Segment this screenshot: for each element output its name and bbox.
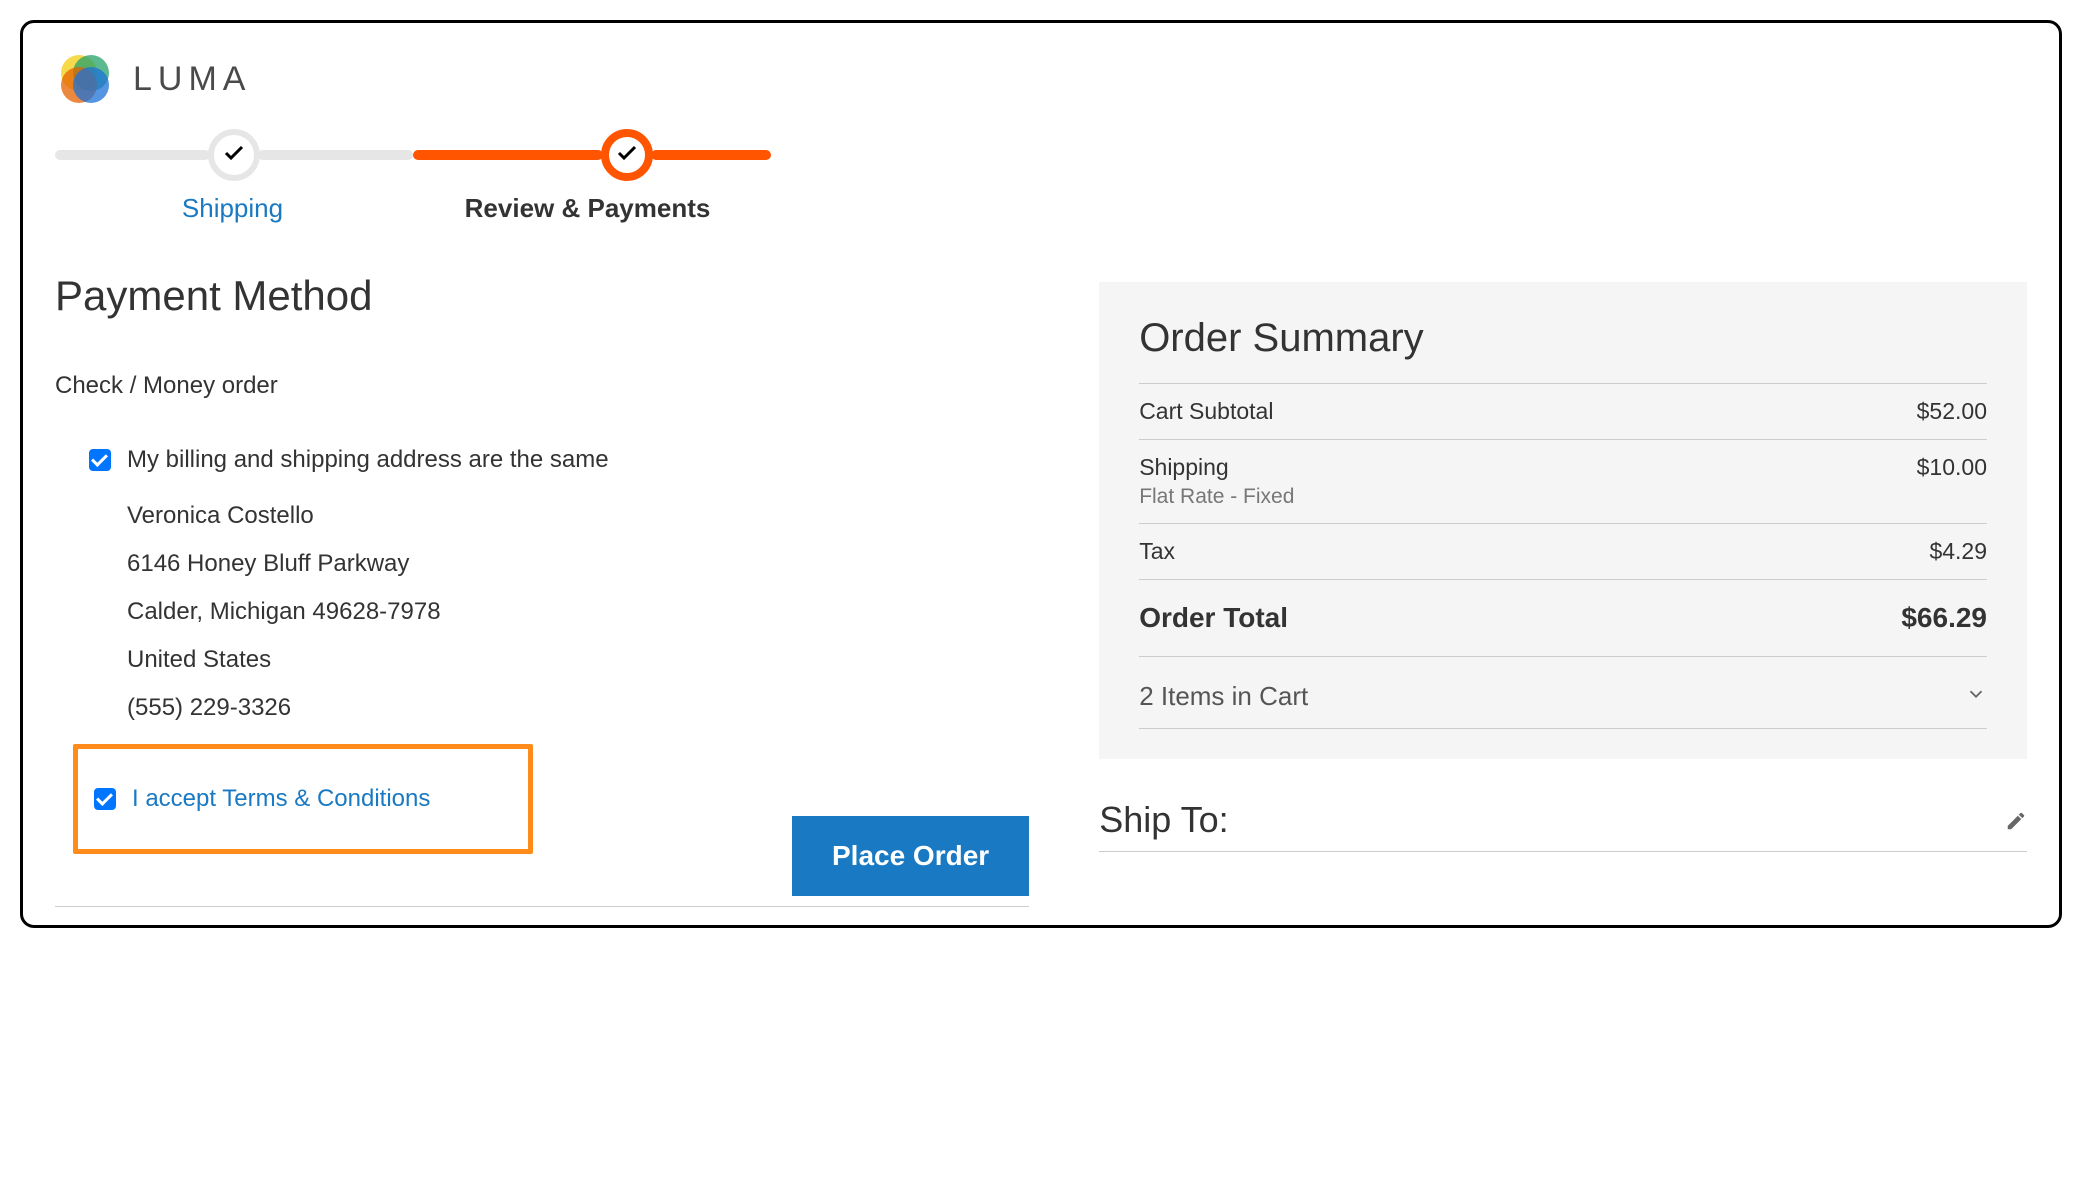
brand-name: LUMA (133, 60, 251, 99)
summary-row-shipping: Shipping Flat Rate - Fixed $10.00 (1139, 440, 1987, 524)
progress-label-shipping[interactable]: Shipping (55, 193, 410, 224)
progress-segment (55, 150, 210, 160)
address-city: Calder, Michigan 49628-7978 (127, 588, 1029, 636)
payment-method-name: Check / Money order (55, 372, 1029, 400)
tax-label: Tax (1139, 538, 1175, 565)
luma-logo-icon (55, 49, 115, 109)
total-label: Order Total (1139, 602, 1288, 634)
progress-step-review[interactable] (601, 129, 653, 181)
terms-row[interactable]: I accept Terms & Conditions (94, 785, 512, 813)
address-name: Veronica Costello (127, 492, 1029, 540)
order-summary-box: Order Summary Cart Subtotal $52.00 Shipp… (1099, 282, 2027, 759)
total-value: $66.29 (1901, 602, 1987, 634)
same-address-checkbox[interactable] (89, 449, 111, 471)
ship-to-section: Ship To: (1099, 799, 2027, 852)
check-icon (222, 141, 246, 170)
summary-row-subtotal: Cart Subtotal $52.00 (1139, 384, 1987, 440)
brand-logo: LUMA (55, 49, 2027, 109)
checkout-page: LUMA Shipping Review & Payments Payment … (20, 20, 2062, 928)
tax-value: $4.29 (1929, 538, 1987, 565)
progress-step-shipping[interactable] (208, 129, 260, 181)
terms-link[interactable]: I accept Terms & Conditions (132, 785, 430, 813)
place-order-button[interactable]: Place Order (792, 816, 1029, 896)
progress-segment-active (413, 150, 603, 160)
address-street: 6146 Honey Bluff Parkway (127, 540, 1029, 588)
check-icon (615, 141, 639, 170)
payment-method-title: Payment Method (55, 272, 1029, 320)
billing-address: Veronica Costello 6146 Honey Bluff Parkw… (127, 492, 1029, 732)
terms-checkbox[interactable] (94, 788, 116, 810)
order-summary-title: Order Summary (1139, 316, 1987, 384)
divider (55, 906, 1029, 907)
same-address-row[interactable]: My billing and shipping address are the … (89, 446, 1029, 474)
ship-to-label: Ship To: (1099, 799, 1228, 841)
payment-section: Payment Method Check / Money order My bi… (55, 272, 1029, 907)
order-summary-section: Order Summary Cart Subtotal $52.00 Shipp… (1099, 272, 2027, 852)
same-address-label: My billing and shipping address are the … (127, 446, 609, 474)
shipping-label: Shipping (1139, 454, 1294, 481)
summary-row-total: Order Total $66.29 (1139, 580, 1987, 656)
cart-items-toggle[interactable]: 2 Items in Cart (1139, 656, 1987, 729)
shipping-sublabel: Flat Rate - Fixed (1139, 485, 1294, 509)
address-country: United States (127, 636, 1029, 684)
subtotal-value: $52.00 (1917, 398, 1987, 425)
progress-segment (258, 150, 413, 160)
edit-icon[interactable] (2005, 799, 2027, 841)
progress-label-review: Review & Payments (410, 193, 765, 224)
checkout-progress (55, 129, 795, 181)
progress-labels: Shipping Review & Payments (55, 193, 795, 224)
shipping-value: $10.00 (1917, 454, 1987, 509)
subtotal-label: Cart Subtotal (1139, 398, 1273, 425)
address-phone: (555) 229-3326 (127, 684, 1029, 732)
progress-segment-active (651, 150, 771, 160)
summary-row-tax: Tax $4.29 (1139, 524, 1987, 580)
chevron-down-icon (1965, 681, 1987, 712)
cart-items-label: 2 Items in Cart (1139, 681, 1308, 712)
